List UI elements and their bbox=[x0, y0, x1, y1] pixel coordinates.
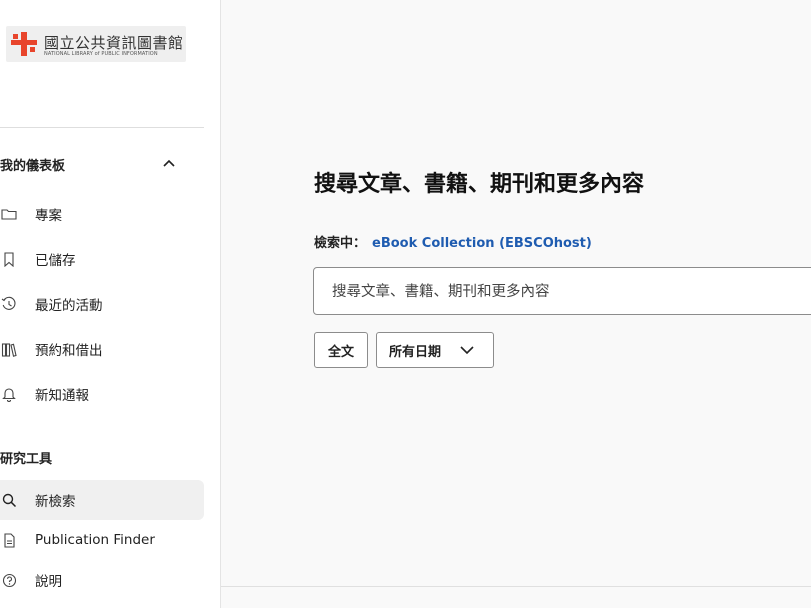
sidebar-item-help[interactable]: 說明 bbox=[0, 560, 204, 600]
database-link[interactable]: eBook Collection (EBSCOhost) bbox=[372, 236, 592, 251]
search-input[interactable] bbox=[330, 268, 811, 316]
searching-label: 檢索中： bbox=[314, 236, 367, 251]
logo-name-cn: 國立公共資訊圖書館 bbox=[44, 34, 184, 52]
searching-database-row: 檢索中： eBook Collection (EBSCOhost) bbox=[314, 232, 592, 251]
logo-name-en: NATIONAL LIBRARY of PUBLIC INFORMATION bbox=[44, 51, 158, 57]
sidebar-item-label: 新檢索 bbox=[35, 494, 76, 510]
chevron-down-icon bbox=[460, 346, 474, 355]
sidebar-item-label: 專案 bbox=[35, 208, 62, 224]
sidebar: 國立公共資訊圖書館 NATIONAL LIBRARY of PUBLIC INF… bbox=[0, 0, 221, 608]
sidebar-item-saved[interactable]: 已儲存 bbox=[0, 239, 204, 279]
folder-icon bbox=[0, 205, 18, 223]
help-icon bbox=[0, 571, 18, 589]
dashboard-section-header: 我的儀表板 bbox=[0, 159, 66, 174]
sidebar-item-label: 說明 bbox=[35, 574, 62, 590]
library-logo-mark-icon bbox=[11, 32, 37, 56]
books-icon bbox=[0, 340, 18, 358]
history-icon bbox=[0, 295, 18, 313]
search-icon bbox=[0, 491, 18, 509]
tools-section-header: 研究工具 bbox=[0, 452, 53, 467]
dashboard-collapse-button[interactable] bbox=[158, 152, 180, 174]
fulltext-filter-label: 全文 bbox=[327, 344, 354, 360]
chevron-up-icon bbox=[163, 159, 175, 167]
sidebar-item-holds-checkouts[interactable]: 預約和借出 bbox=[0, 329, 204, 369]
bookmark-icon bbox=[0, 250, 18, 268]
sidebar-item-label: 最近的活動 bbox=[35, 298, 103, 314]
date-filter-dropdown[interactable]: 所有日期 bbox=[376, 332, 494, 368]
sidebar-item-label: 新知通報 bbox=[35, 388, 89, 404]
footer-divider bbox=[221, 586, 811, 587]
document-icon bbox=[0, 531, 18, 549]
sidebar-item-publication-finder[interactable]: Publication Finder bbox=[0, 520, 204, 560]
sidebar-item-label: 預約和借出 bbox=[35, 343, 103, 359]
sidebar-item-label: 已儲存 bbox=[35, 253, 76, 269]
page-title: 搜尋文章、書籍、期刊和更多內容 bbox=[314, 172, 645, 197]
library-logo[interactable]: 國立公共資訊圖書館 NATIONAL LIBRARY of PUBLIC INF… bbox=[6, 26, 186, 62]
fulltext-filter-button[interactable]: 全文 bbox=[314, 332, 368, 368]
sidebar-item-projects[interactable]: 專案 bbox=[0, 194, 204, 234]
sidebar-item-label: Publication Finder bbox=[35, 532, 155, 548]
date-filter-label: 所有日期 bbox=[389, 344, 442, 360]
sidebar-divider bbox=[0, 127, 204, 128]
sidebar-item-new-search[interactable]: 新檢索 bbox=[0, 480, 204, 520]
bell-icon bbox=[0, 385, 18, 403]
search-box[interactable] bbox=[313, 267, 811, 316]
sidebar-item-alerts[interactable]: 新知通報 bbox=[0, 374, 204, 414]
sidebar-item-recent-activity[interactable]: 最近的活動 bbox=[0, 284, 204, 324]
